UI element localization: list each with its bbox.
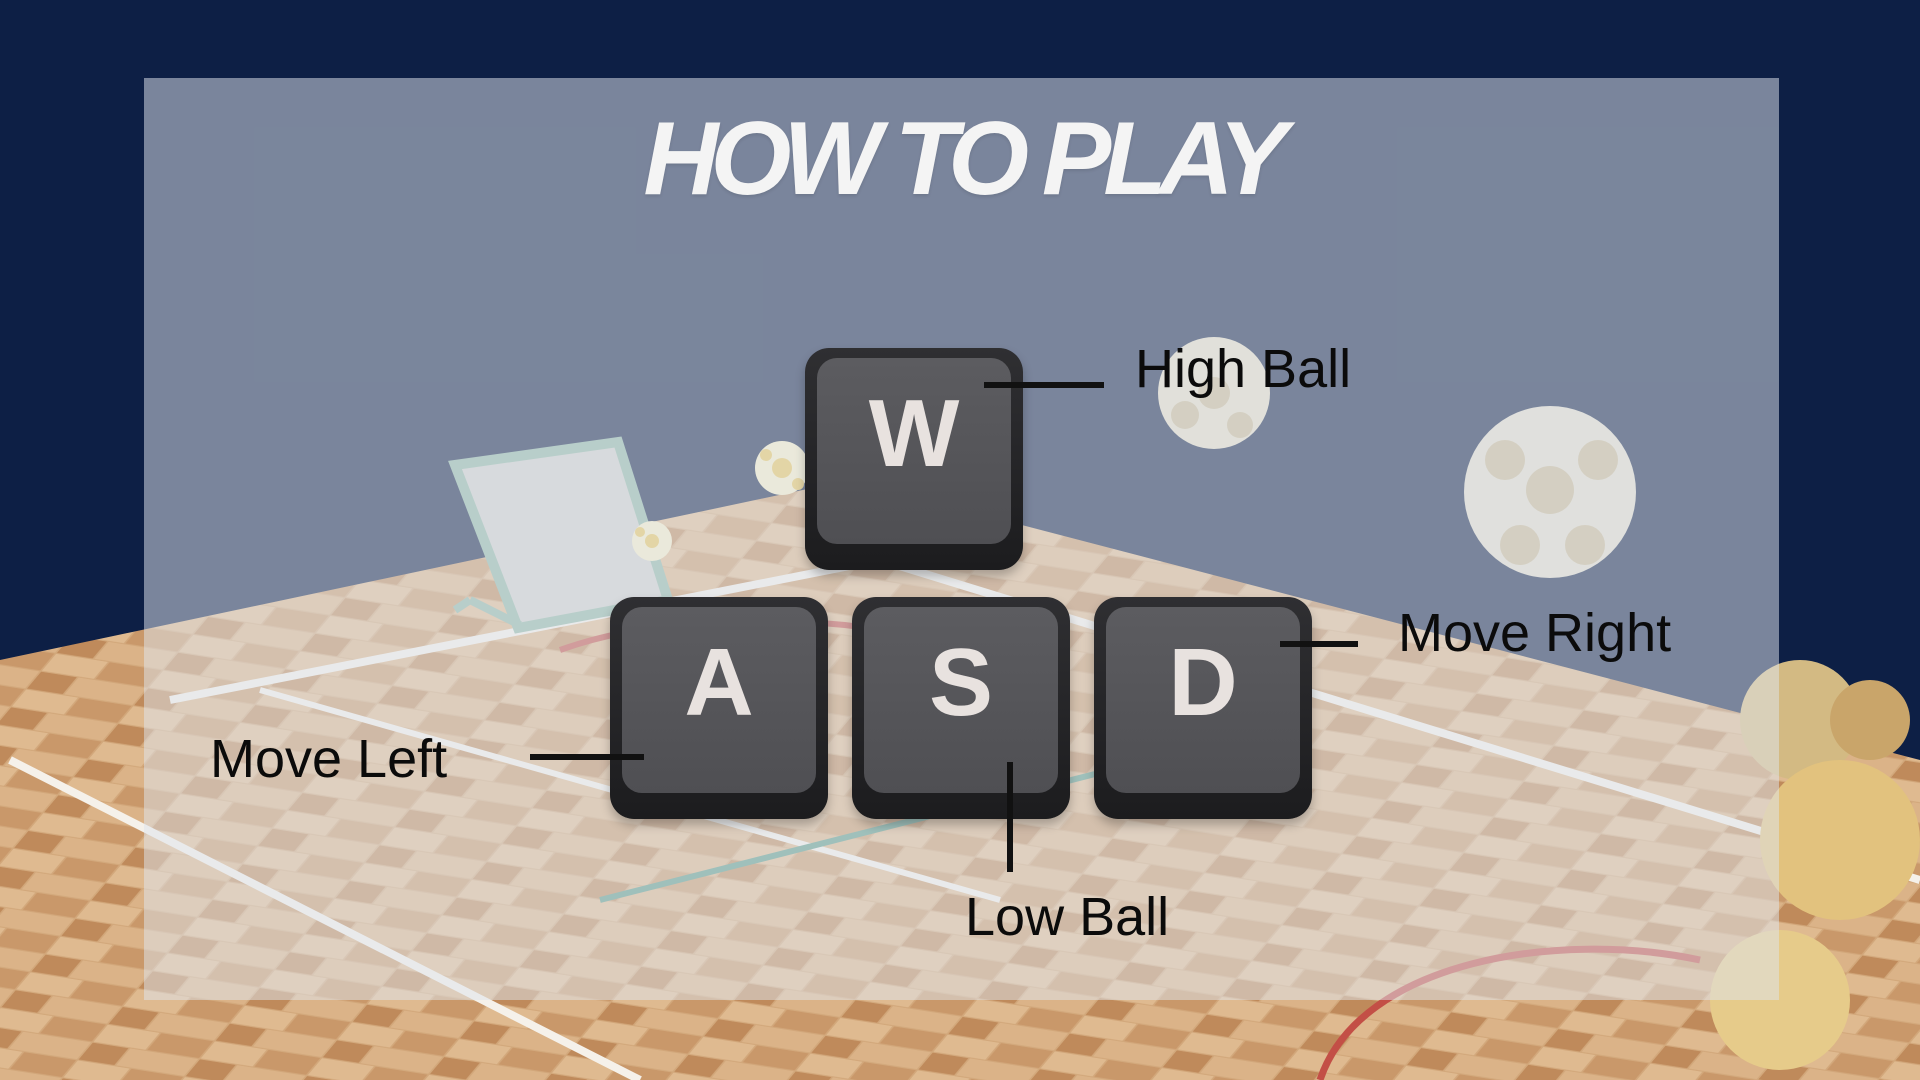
key-s: S bbox=[852, 597, 1070, 819]
key-s-glyph: S bbox=[928, 629, 994, 736]
label-low-ball: Low Ball bbox=[965, 887, 1170, 947]
key-d-cap: D bbox=[1106, 607, 1300, 793]
connector-high-ball bbox=[984, 382, 1104, 388]
key-a-glyph: A bbox=[684, 629, 754, 736]
connector-move-left bbox=[530, 754, 644, 760]
label-high-ball: High Ball bbox=[1135, 339, 1352, 399]
label-move-left: Move Left bbox=[210, 729, 448, 789]
label-move-right: Move Right bbox=[1398, 603, 1672, 663]
key-w-glyph: W bbox=[868, 380, 960, 487]
screen-title: HOW TO PLAY bbox=[643, 101, 1287, 217]
key-d: D bbox=[1094, 597, 1312, 819]
key-w-cap: W bbox=[817, 358, 1011, 544]
connector-low-ball bbox=[1007, 762, 1013, 872]
key-a: A bbox=[610, 597, 828, 819]
key-d-glyph: D bbox=[1168, 629, 1238, 736]
key-s-cap: S bbox=[864, 607, 1058, 793]
connector-move-right bbox=[1280, 641, 1358, 647]
key-a-cap: A bbox=[622, 607, 816, 793]
